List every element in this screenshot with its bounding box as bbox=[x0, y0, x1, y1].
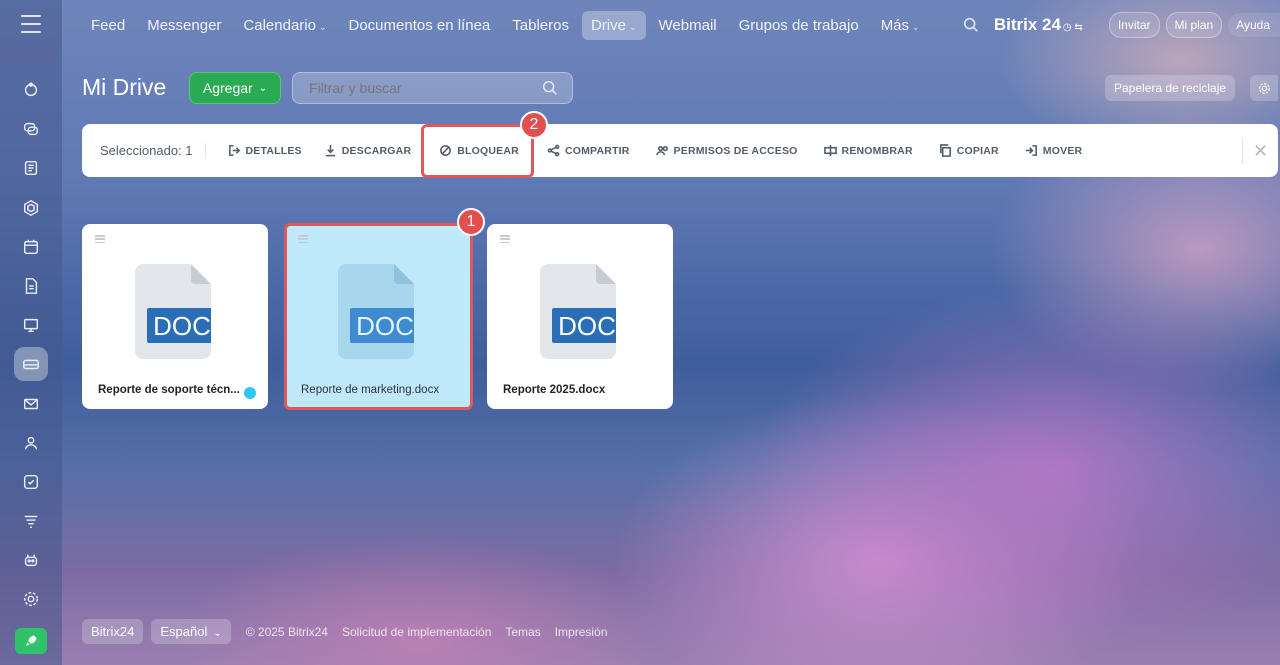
flow-icon[interactable] bbox=[14, 73, 48, 107]
download-icon bbox=[325, 144, 335, 157]
robot-icon[interactable] bbox=[14, 543, 48, 577]
copy-button[interactable]: COPIAR bbox=[939, 144, 999, 157]
notes-icon[interactable] bbox=[14, 151, 48, 185]
move-button[interactable]: MOVER bbox=[1025, 144, 1083, 157]
exit-icon bbox=[228, 145, 240, 156]
tasks-icon[interactable] bbox=[14, 465, 48, 499]
themes-link[interactable]: Temas bbox=[505, 625, 540, 639]
nav-webmail[interactable]: Webmail bbox=[650, 11, 726, 40]
doc-file-icon: DOC bbox=[540, 264, 616, 359]
my-plan-button[interactable]: Mi plan bbox=[1165, 12, 1223, 38]
language-selector[interactable]: Español ⌄ bbox=[151, 619, 231, 644]
drag-handle-icon[interactable] bbox=[500, 235, 510, 243]
move-icon bbox=[1025, 145, 1037, 156]
top-navigation: Feed Messenger Calendario ⌄ Documentos en… bbox=[62, 0, 1280, 50]
nav-workgroups[interactable]: Grupos de trabajo bbox=[730, 11, 868, 40]
drive-icon[interactable] bbox=[14, 347, 48, 382]
nav-calendar[interactable]: Calendario ⌄ bbox=[234, 11, 335, 40]
drag-handle-icon[interactable] bbox=[95, 235, 105, 243]
chevron-down-icon: ⌄ bbox=[258, 82, 268, 94]
hexagon-icon[interactable] bbox=[14, 191, 48, 225]
shared-user-icon bbox=[244, 387, 256, 399]
nav-messenger[interactable]: Messenger bbox=[138, 11, 230, 40]
users-icon bbox=[655, 145, 668, 156]
footer-brand[interactable]: Bitrix24 bbox=[82, 619, 144, 644]
rocket-icon[interactable] bbox=[15, 628, 47, 654]
search-icon[interactable] bbox=[541, 79, 559, 97]
settings-gear-icon[interactable] bbox=[14, 582, 48, 616]
mail-icon[interactable] bbox=[14, 387, 48, 421]
selected-count: Seleccionado: 1 bbox=[100, 143, 206, 158]
implementation-request-link[interactable]: Solicitud de implementación bbox=[342, 625, 491, 639]
calendar-icon[interactable] bbox=[14, 230, 48, 264]
gear-icon[interactable] bbox=[1250, 75, 1278, 101]
svg-text:DOC: DOC bbox=[153, 311, 211, 341]
filter-funnel-icon[interactable] bbox=[14, 504, 48, 538]
clock-icon: ◷ ⇆ bbox=[1062, 22, 1083, 33]
access-permissions-button[interactable]: PERMISOS DE ACCESO bbox=[655, 144, 798, 157]
groups-icon[interactable] bbox=[14, 426, 48, 460]
copyright-text: © 2025 Bitrix24 bbox=[245, 624, 328, 639]
file-name: Reporte de soporte técn... bbox=[98, 384, 240, 396]
annotation-badge-2: 2 bbox=[520, 111, 548, 139]
menu-icon[interactable] bbox=[21, 15, 41, 33]
chevron-down-icon: ⌄ bbox=[318, 21, 327, 32]
chevron-down-icon: ⌄ bbox=[628, 21, 637, 32]
footer: Bitrix24 Español ⌄ © 2025 Bitrix24 Solici… bbox=[82, 619, 614, 644]
annotation-highlight-file bbox=[284, 223, 473, 410]
filter-search-input[interactable] bbox=[292, 72, 573, 104]
nav-boards[interactable]: Tableros bbox=[503, 11, 578, 40]
svg-text:DOC: DOC bbox=[558, 311, 616, 341]
brand-logo[interactable]: Bitrix 24 ◷ ⇆ bbox=[994, 15, 1083, 35]
share-button[interactable]: COMPARTIR bbox=[547, 144, 630, 157]
doc-file-icon: DOC bbox=[135, 264, 211, 359]
nav-more[interactable]: Más ⌄ bbox=[872, 11, 929, 40]
top-right-area: Bitrix 24 ◷ ⇆ Invitar Mi plan Ayuda bbox=[962, 0, 1280, 50]
chevron-down-icon: ⌄ bbox=[912, 21, 920, 32]
print-link[interactable]: Impresión bbox=[555, 625, 608, 639]
annotation-highlight-block bbox=[421, 124, 534, 178]
file-card[interactable]: DOC Reporte de soporte técn... bbox=[82, 224, 268, 409]
details-button[interactable]: DETALLES bbox=[228, 144, 302, 157]
page-title: Mi Drive bbox=[82, 74, 167, 100]
share-icon bbox=[547, 144, 560, 157]
nav-feed[interactable]: Feed bbox=[82, 11, 134, 40]
file-card[interactable]: DOC Reporte 2025.docx bbox=[487, 224, 673, 409]
nav-online-docs[interactable]: Documentos en línea bbox=[340, 11, 500, 40]
recycle-bin-button[interactable]: Papelera de reciclaje bbox=[1105, 75, 1236, 101]
board-icon[interactable] bbox=[14, 308, 48, 342]
copy-icon bbox=[939, 144, 951, 157]
rename-icon bbox=[823, 144, 837, 157]
invite-button[interactable]: Invitar bbox=[1108, 12, 1160, 38]
rename-button[interactable]: RENOMBRAR bbox=[823, 144, 913, 157]
selection-toolbar: Seleccionado: 1 DETALLES DESCARGAR BLOQU… bbox=[82, 124, 1278, 177]
file-name: Reporte 2025.docx bbox=[503, 384, 606, 396]
document-icon[interactable] bbox=[14, 269, 48, 303]
left-sidebar bbox=[0, 0, 62, 665]
search-icon[interactable] bbox=[962, 16, 980, 34]
chat-icon[interactable] bbox=[14, 112, 48, 146]
chevron-down-icon: ⌄ bbox=[213, 628, 222, 639]
add-button[interactable]: Agregar ⌄ bbox=[189, 72, 281, 104]
main-nav: Feed Messenger Calendario ⌄ Documentos en… bbox=[82, 10, 933, 40]
annotation-badge-1: 1 bbox=[457, 208, 485, 236]
nav-drive[interactable]: Drive ⌄ bbox=[581, 10, 646, 40]
download-button[interactable]: DESCARGAR bbox=[324, 144, 411, 157]
help-button[interactable]: Ayuda bbox=[1228, 13, 1280, 37]
close-icon[interactable]: ✕ bbox=[1242, 138, 1278, 164]
